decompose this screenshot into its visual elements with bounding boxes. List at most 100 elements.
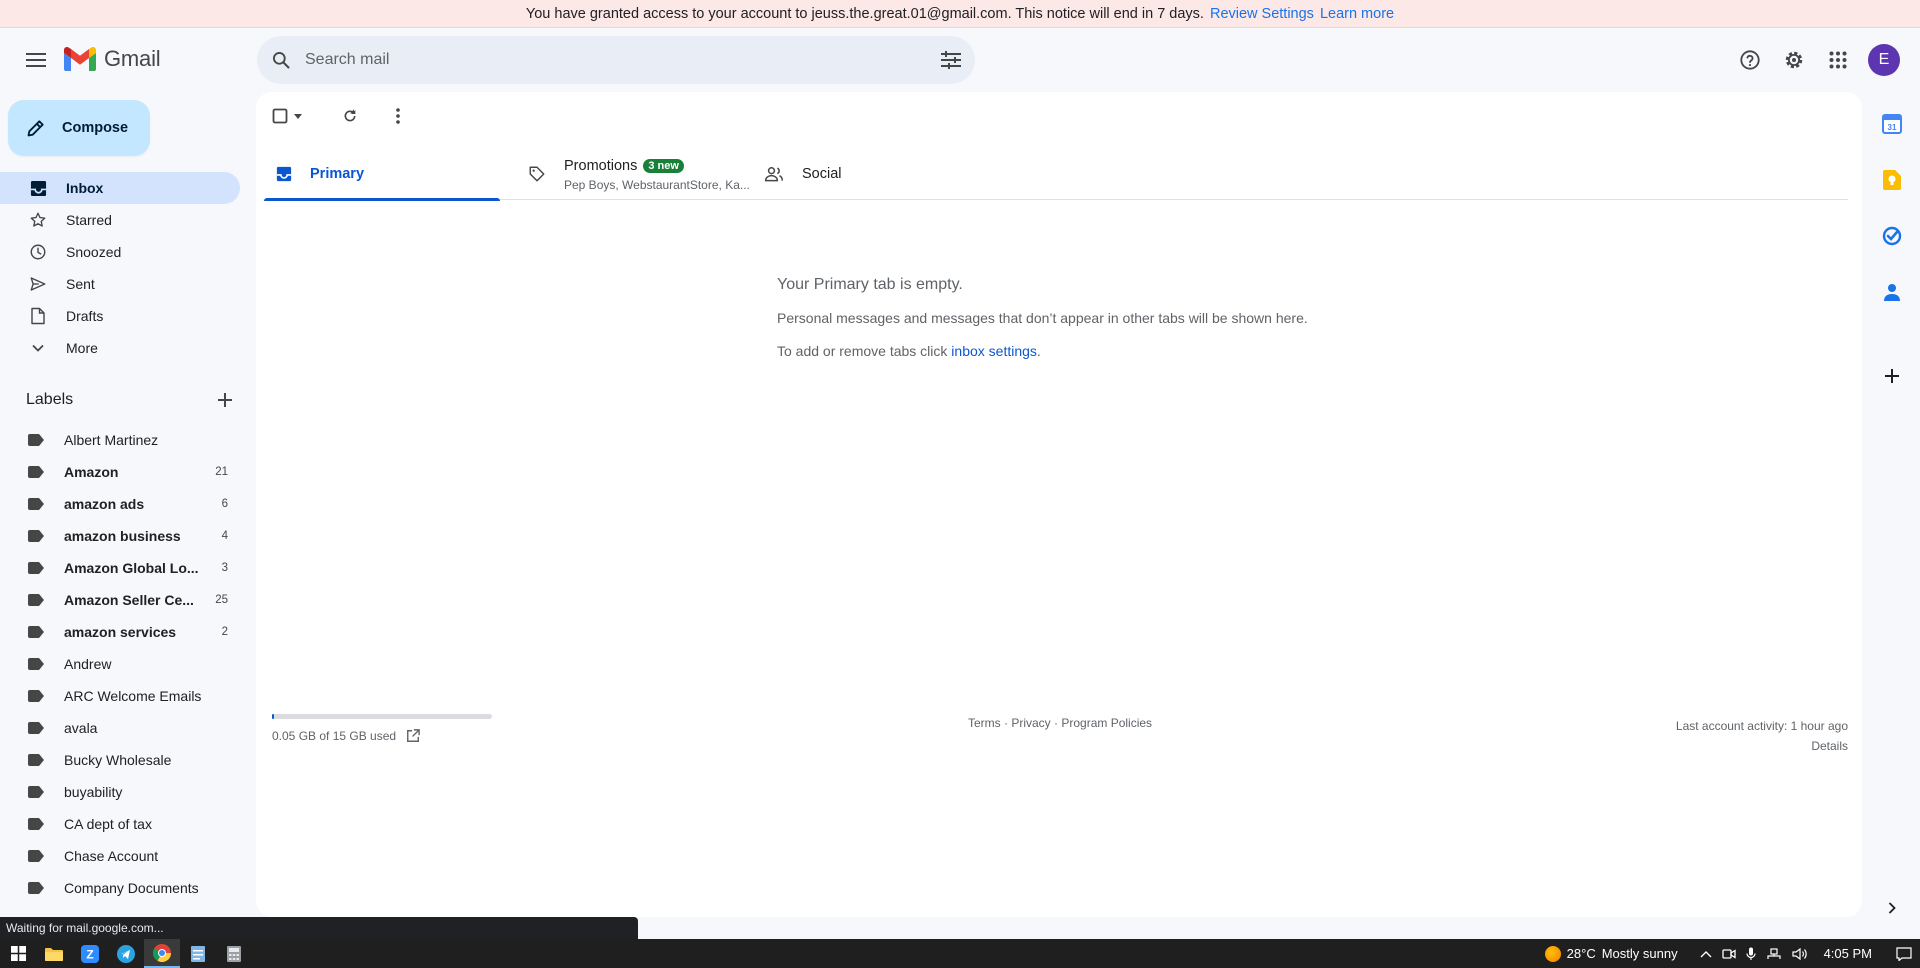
label-item[interactable]: Amazon 21 xyxy=(0,456,240,488)
tab-primary[interactable]: Primary xyxy=(264,148,500,201)
label-item[interactable]: Amazon Global Lo... 3 xyxy=(0,552,240,584)
learn-more-link[interactable]: Learn more xyxy=(1320,6,1394,22)
label-tag-icon xyxy=(28,530,44,542)
tasks-check-icon xyxy=(1882,226,1902,246)
more-actions-button[interactable] xyxy=(396,104,400,128)
label-name: buyability xyxy=(64,784,123,800)
sidebar-item-sent[interactable]: Sent xyxy=(0,268,240,300)
network-icon[interactable] xyxy=(1766,947,1782,960)
taskbar-zoom[interactable]: Z xyxy=(72,939,108,968)
label-item[interactable]: ARC Welcome Emails xyxy=(0,680,240,712)
caret-down-icon[interactable] xyxy=(294,113,302,119)
select-all-checkbox[interactable] xyxy=(272,104,302,128)
people-icon xyxy=(764,167,784,182)
chevron-up-icon[interactable] xyxy=(1700,950,1712,958)
gmail-logo[interactable]: Gmail xyxy=(64,46,161,72)
start-button[interactable] xyxy=(0,939,36,968)
sidebar-item-snoozed[interactable]: Snoozed xyxy=(0,236,240,268)
chevron-right-icon xyxy=(1888,902,1896,914)
label-item[interactable]: amazon business 4 xyxy=(0,520,240,552)
label-item[interactable]: Bucky Wholesale xyxy=(0,744,240,776)
taskbar-calculator[interactable] xyxy=(216,939,252,968)
program-policies-link[interactable]: Program Policies xyxy=(1061,716,1152,730)
compose-button[interactable]: Compose xyxy=(8,100,150,156)
top-header: Gmail E xyxy=(0,28,1920,92)
gmail-wordmark: Gmail xyxy=(104,46,161,71)
meet-camera-icon[interactable] xyxy=(1721,948,1736,960)
last-activity-text: Last account activity: 1 hour ago xyxy=(1675,719,1848,733)
notification-center-icon[interactable] xyxy=(1896,946,1912,961)
main-menu-button[interactable] xyxy=(16,40,56,80)
search-button[interactable] xyxy=(257,50,305,70)
label-item[interactable]: Chase Account xyxy=(0,840,240,872)
tab-promotions[interactable]: Promotions 3 new Pep Boys, WebstaurantSto… xyxy=(516,148,752,200)
label-item[interactable]: buyability xyxy=(0,776,240,808)
tab-social-label: Social xyxy=(802,166,842,182)
label-count: 6 xyxy=(221,498,228,510)
label-item[interactable]: Andrew xyxy=(0,648,240,680)
search-options-button[interactable] xyxy=(927,51,975,69)
plus-icon[interactable] xyxy=(218,393,232,407)
mail-toolbar xyxy=(272,104,400,128)
label-name: avala xyxy=(64,720,98,736)
label-count: 3 xyxy=(221,562,228,574)
system-tray: 28°C Mostly sunny 4:05 PM xyxy=(1544,939,1920,968)
open-in-new-icon[interactable] xyxy=(406,729,420,743)
label-item[interactable]: CA dept of tax xyxy=(0,808,240,840)
label-item[interactable]: avala xyxy=(0,712,240,744)
label-tag-icon xyxy=(28,498,44,510)
label-item[interactable]: Amazon Seller Ce... 25 xyxy=(0,584,240,616)
show-side-panel-button[interactable] xyxy=(1876,892,1908,924)
speaker-icon[interactable] xyxy=(1791,947,1808,960)
promotions-new-badge: 3 new xyxy=(643,158,684,173)
sidebar-item-more[interactable]: More xyxy=(0,332,240,364)
details-link[interactable]: Details xyxy=(1676,736,1848,756)
taskbar-chrome[interactable] xyxy=(144,939,180,968)
inbox-settings-link[interactable]: inbox settings xyxy=(951,343,1037,359)
privacy-link[interactable]: Privacy xyxy=(1011,716,1050,730)
settings-button[interactable] xyxy=(1774,40,1814,80)
access-notice-banner: You have granted access to your account … xyxy=(0,0,1920,28)
notice-text: You have granted access to your account … xyxy=(525,5,1204,22)
taskbar-clock[interactable]: 4:05 PM xyxy=(1824,946,1872,961)
contacts-app-button[interactable] xyxy=(1876,276,1908,308)
microphone-icon[interactable] xyxy=(1745,947,1756,961)
google-apps-button[interactable] xyxy=(1818,40,1858,80)
tab-promotions-label: Promotions xyxy=(564,157,638,174)
hint-suffix: . xyxy=(1036,343,1041,359)
tasks-app-button[interactable] xyxy=(1876,220,1908,252)
sidebar-item-starred[interactable]: Starred xyxy=(0,204,240,236)
search-bar xyxy=(257,36,975,84)
weather-widget[interactable]: 28°C Mostly sunny xyxy=(1544,945,1678,962)
review-settings-link[interactable]: Review Settings xyxy=(1210,6,1314,22)
label-item[interactable]: amazon ads 6 xyxy=(0,488,240,520)
refresh-button[interactable] xyxy=(342,104,358,128)
search-input[interactable] xyxy=(305,36,927,84)
calendar-app-button[interactable]: 31 xyxy=(1876,108,1908,140)
label-item[interactable]: Albert Martinez xyxy=(0,424,240,456)
calendar-icon: 31 xyxy=(1882,114,1902,134)
account-avatar[interactable]: E xyxy=(1868,44,1900,76)
windows-logo-icon xyxy=(10,946,26,961)
sidebar-item-drafts[interactable]: Drafts xyxy=(0,300,240,332)
taskbar-file-explorer[interactable] xyxy=(36,939,72,968)
taskbar-notes-app[interactable] xyxy=(180,939,216,968)
sidebar-item-inbox[interactable]: Inbox xyxy=(0,172,240,204)
keep-app-button[interactable] xyxy=(1876,164,1908,196)
label-name: Albert Martinez xyxy=(64,432,159,448)
terms-link[interactable]: Terms xyxy=(968,716,1001,730)
tune-icon xyxy=(941,51,961,69)
label-item[interactable]: amazon services 2 xyxy=(0,616,240,648)
get-addons-button[interactable] xyxy=(1876,360,1908,392)
sidebar-item-label: Snoozed xyxy=(66,244,122,260)
chevron-down-icon xyxy=(28,338,48,358)
tab-social[interactable]: Social xyxy=(752,148,988,200)
keep-bulb-icon xyxy=(1883,170,1901,190)
tag-icon xyxy=(529,166,545,182)
label-item[interactable]: Company Documents xyxy=(0,872,240,904)
label-tag-icon xyxy=(28,434,44,446)
draft-file-icon xyxy=(28,306,48,326)
taskbar-telegram[interactable] xyxy=(108,939,144,968)
calculator-icon xyxy=(227,945,241,962)
support-button[interactable] xyxy=(1730,40,1770,80)
